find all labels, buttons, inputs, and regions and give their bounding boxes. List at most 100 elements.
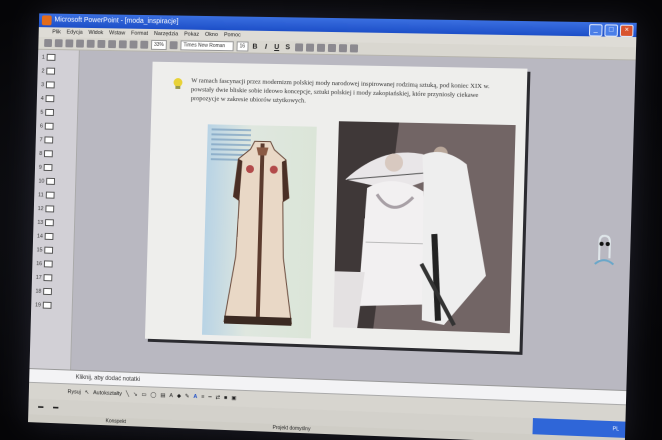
align-left-icon[interactable] — [294, 43, 303, 52]
taskbar-item-1[interactable]: ▬ — [38, 404, 43, 410]
slide-list-item[interactable]: 9 — [38, 163, 53, 172]
undo-icon[interactable] — [129, 40, 138, 49]
wordart-icon[interactable]: A — [169, 393, 173, 399]
slide-number: 9 — [38, 164, 42, 171]
slide-number: 13 — [37, 219, 44, 226]
slide-icon — [45, 205, 55, 213]
status-view: Konspekt — [105, 418, 126, 426]
arrow-style-icon[interactable]: ⇄ — [215, 395, 220, 401]
slide-number: 12 — [37, 205, 44, 212]
font-color-icon[interactable] — [338, 44, 347, 53]
slide-list-item[interactable]: 5 — [40, 108, 55, 116]
text-color-icon[interactable]: A — [193, 394, 197, 400]
zoom-select[interactable]: 33% — [150, 39, 167, 51]
slide-icon — [45, 95, 55, 103]
line-style-icon[interactable]: ≡ — [201, 394, 204, 400]
slide-icon — [45, 191, 55, 199]
slide-icon — [44, 246, 54, 254]
line-color-icon[interactable]: ✎ — [185, 394, 190, 400]
slide-list-item[interactable]: 6 — [40, 122, 54, 130]
slide-list-item[interactable]: 11 — [38, 191, 55, 199]
menu-help[interactable]: Pomoc — [224, 30, 241, 40]
projected-screen: Microsoft PowerPoint - [moda_inspiracje]… — [28, 13, 637, 440]
rectangle-icon[interactable]: ▭ — [141, 392, 146, 398]
3d-icon[interactable]: ▣ — [231, 395, 236, 401]
fill-color-icon[interactable]: ◆ — [177, 393, 181, 399]
menu-insert[interactable]: Wstaw — [109, 28, 125, 38]
menu-file[interactable]: Plik — [52, 27, 61, 37]
slide-list-item[interactable]: 17 — [36, 274, 53, 282]
line-icon[interactable]: ╲ — [126, 391, 129, 397]
minimize-button[interactable]: _ — [588, 24, 603, 37]
taskbar-item-2[interactable]: ▬ — [53, 404, 58, 410]
slide-number: 14 — [36, 233, 43, 240]
bullets-icon[interactable] — [327, 43, 336, 53]
design-icon[interactable] — [349, 44, 358, 53]
textbox-icon[interactable]: ▤ — [160, 393, 165, 399]
slide-list-item[interactable]: 10 — [38, 177, 56, 185]
dress-photo[interactable] — [201, 124, 317, 339]
shadow-button[interactable]: S — [284, 44, 292, 51]
slide-number: 7 — [39, 136, 43, 143]
slide-list-item[interactable]: 19 — [35, 301, 52, 309]
slide-canvas[interactable]: W ramach fascynacji przez modernizm pols… — [144, 61, 528, 352]
menu-format[interactable]: Format — [131, 29, 148, 39]
draw-menu[interactable]: Rysuj — [67, 389, 81, 395]
dash-style-icon[interactable]: ┅ — [208, 395, 211, 401]
close-button[interactable]: × — [619, 24, 634, 38]
copy-icon[interactable] — [108, 40, 117, 49]
new-icon[interactable] — [44, 39, 53, 48]
slide-number: 3 — [41, 81, 45, 88]
underline-button[interactable]: U — [273, 43, 281, 51]
portrait-photo[interactable] — [333, 121, 516, 334]
slide-icon — [46, 67, 56, 75]
spellcheck-icon[interactable] — [86, 39, 95, 48]
slide-number: 8 — [39, 150, 43, 157]
slide-list-item[interactable]: 13 — [37, 219, 54, 227]
office-assistant-icon[interactable] — [589, 233, 621, 268]
slide-list-item[interactable]: 14 — [36, 232, 54, 241]
slide-number: 2 — [41, 67, 45, 74]
cut-icon[interactable] — [97, 39, 106, 48]
print-icon[interactable] — [76, 39, 85, 48]
slide-list-item[interactable]: 12 — [37, 205, 55, 213]
paste-icon[interactable] — [118, 40, 127, 49]
maximize-button[interactable]: □ — [604, 24, 619, 37]
menu-tools[interactable]: Narzędzia — [154, 29, 179, 39]
slide-body-text[interactable]: W ramach fascynacji przez modernizm pols… — [191, 76, 502, 109]
slide-list-item[interactable]: 3 — [41, 81, 55, 89]
save-icon[interactable] — [65, 39, 74, 48]
bold-button[interactable]: B — [251, 43, 259, 50]
ellipse-icon[interactable]: ◯ — [150, 392, 156, 398]
slide-list-item[interactable]: 8 — [39, 150, 53, 158]
slide-workspace: W ramach fascynacji przez modernizm pols… — [71, 50, 636, 392]
menu-slideshow[interactable]: Pokaz — [184, 30, 199, 40]
font-select[interactable]: Times New Roman — [180, 40, 234, 52]
autoshapes-menu[interactable]: Autokształty — [93, 390, 122, 397]
slide-icon — [45, 219, 54, 227]
slide-list-item[interactable]: 1 — [42, 53, 56, 61]
language-indicator[interactable]: PL — [613, 426, 619, 432]
slide-list-item[interactable]: 18 — [35, 287, 53, 296]
slide-list-item[interactable]: 15 — [37, 246, 54, 254]
slide-icon — [45, 108, 55, 116]
menu-window[interactable]: Okno — [205, 30, 218, 40]
menu-view[interactable]: Widok — [88, 28, 103, 38]
historic-portrait — [333, 121, 516, 334]
slide-list-item[interactable]: 2 — [41, 67, 56, 75]
font-size-select[interactable]: 16 — [236, 41, 249, 52]
select-pointer-icon[interactable]: ↖ — [85, 390, 90, 396]
menu-edit[interactable]: Edycja — [66, 28, 83, 38]
redo-icon[interactable] — [140, 40, 149, 49]
align-right-icon[interactable] — [316, 43, 325, 52]
align-center-icon[interactable] — [305, 43, 314, 52]
slide-list-item[interactable]: 4 — [41, 95, 55, 103]
arrow-icon[interactable]: ↘ — [133, 392, 138, 398]
shadow-icon[interactable]: ■ — [224, 395, 227, 401]
help-icon[interactable] — [169, 41, 178, 50]
italic-button[interactable]: I — [262, 43, 270, 50]
slide-list-item[interactable]: 7 — [39, 136, 54, 144]
slide-list-item[interactable]: 16 — [36, 260, 53, 268]
projection-scene: Microsoft PowerPoint - [moda_inspiracje]… — [0, 0, 662, 440]
open-icon[interactable] — [54, 39, 63, 48]
